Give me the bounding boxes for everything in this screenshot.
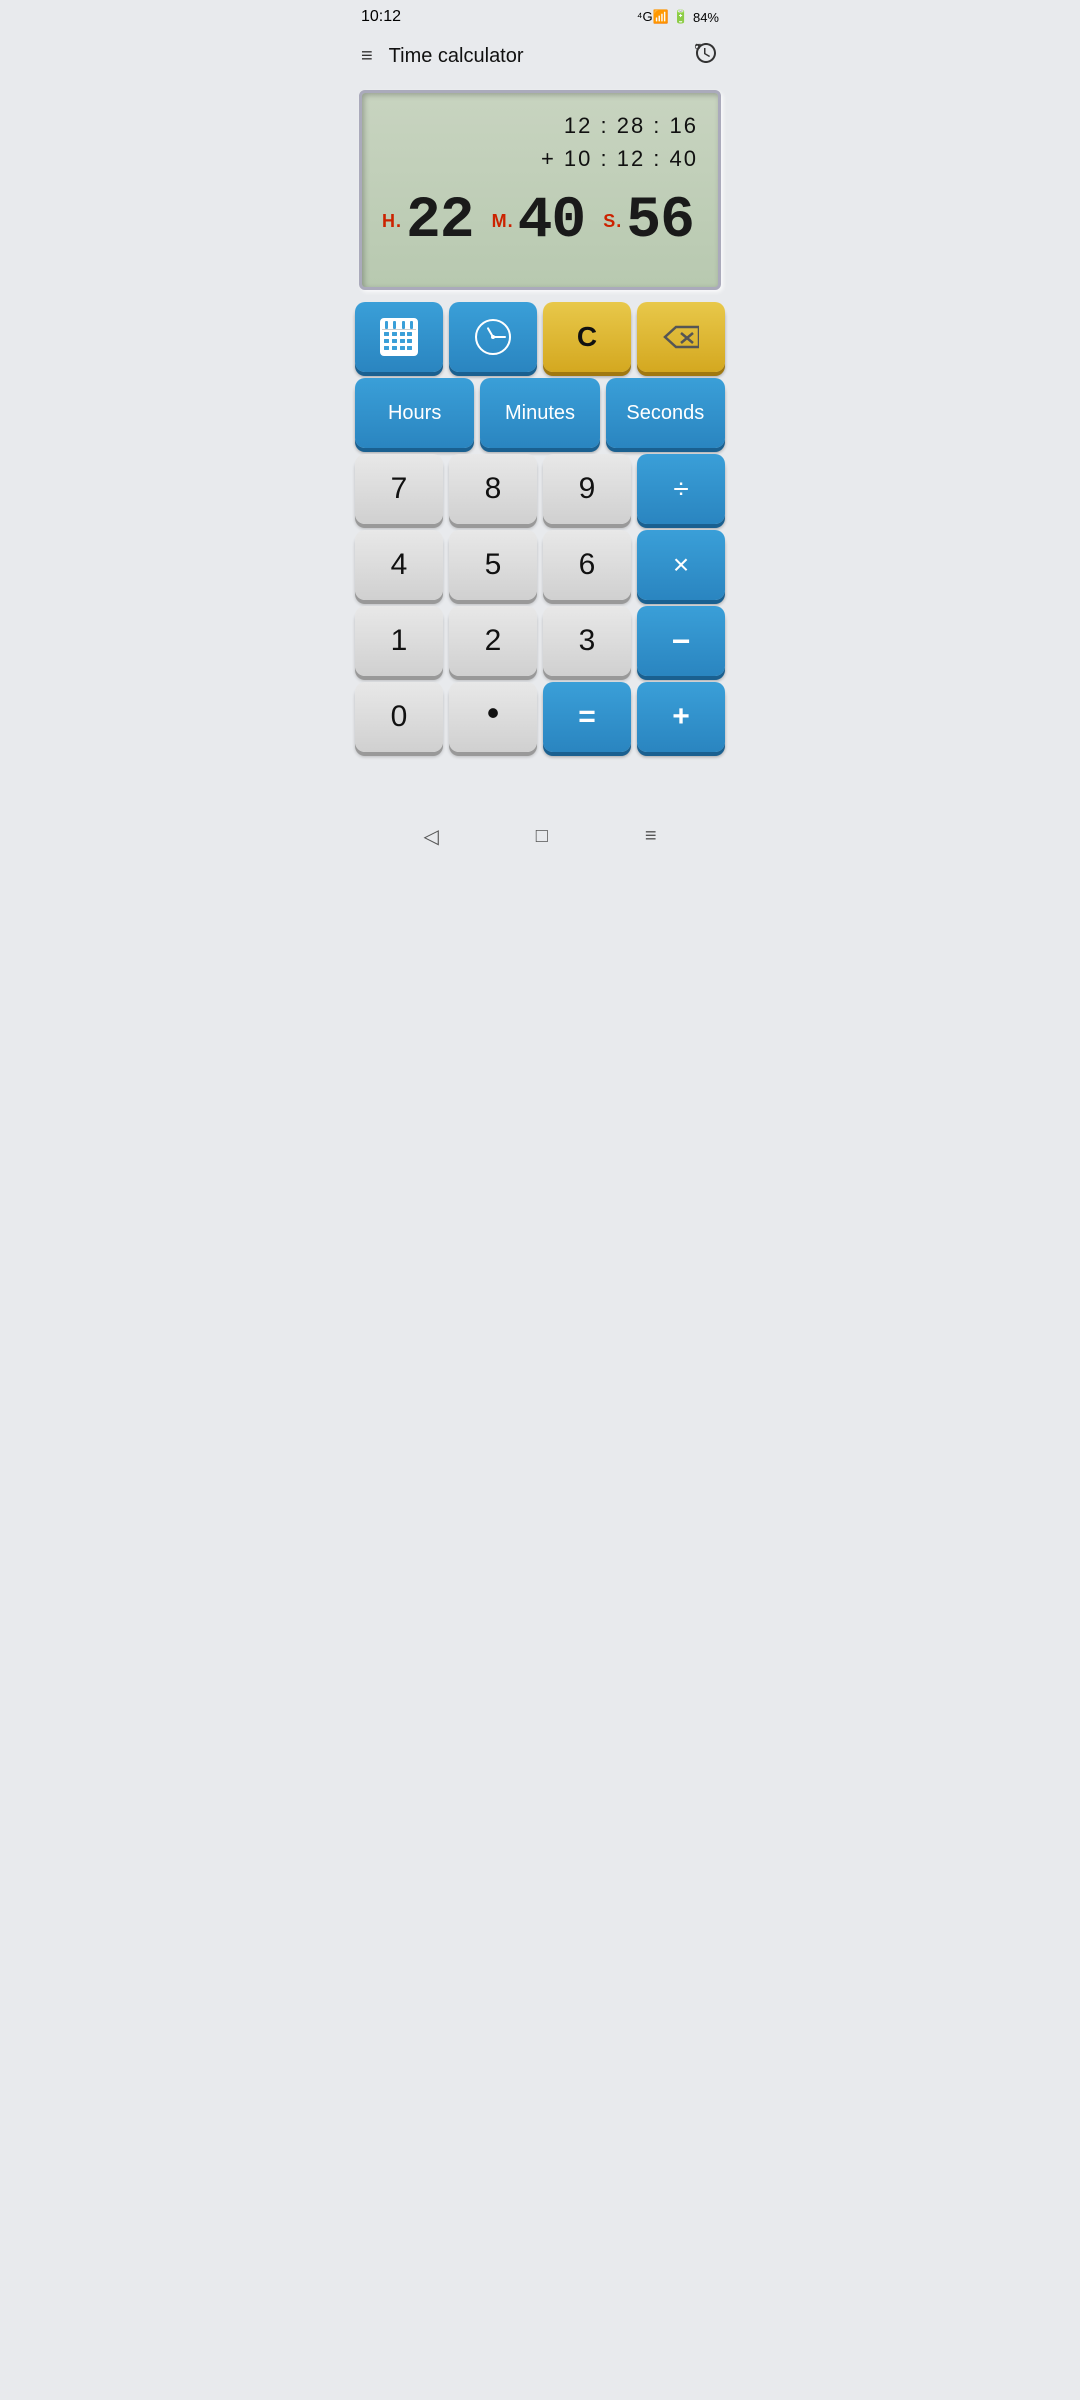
key-dot[interactable]: • xyxy=(449,682,537,752)
status-right: ⁴G📶 🔋 84% xyxy=(637,9,719,25)
key-0[interactable]: 0 xyxy=(355,682,443,752)
minutes-label: Minutes xyxy=(505,402,575,425)
battery-percent: 84% xyxy=(693,10,719,25)
display-lines: 12 : 28 : 16 + 10 : 12 : 40 xyxy=(382,109,698,175)
history-icon[interactable]: ↺ xyxy=(693,40,719,72)
key-9[interactable]: 9 xyxy=(543,454,631,524)
seconds-label: Seconds xyxy=(626,402,704,425)
seconds-value: 56 xyxy=(626,189,694,254)
seconds-button[interactable]: Seconds xyxy=(606,378,725,448)
battery-icon: 🔋 xyxy=(673,9,689,25)
minutes-label: M. xyxy=(492,211,514,232)
display-line2: + 10 : 12 : 40 xyxy=(382,142,698,175)
backspace-icon xyxy=(663,323,699,351)
multiply-label: × xyxy=(673,549,689,581)
key-3[interactable]: 3 xyxy=(543,606,631,676)
key-7[interactable]: 7 xyxy=(355,454,443,524)
hours-value: 22 xyxy=(406,189,474,254)
seconds-label: S. xyxy=(603,211,622,232)
status-bar: 10:12 ⁴G📶 🔋 84% xyxy=(345,0,735,30)
key-8[interactable]: 8 xyxy=(449,454,537,524)
equals-button[interactable]: = xyxy=(543,682,631,752)
bottom-nav: ◁ □ ≡ xyxy=(345,806,735,867)
add-label: + xyxy=(672,700,690,734)
calculator-display: 12 : 28 : 16 + 10 : 12 : 40 H. 22 M. 40 … xyxy=(359,90,721,290)
app-title: Time calculator xyxy=(389,45,693,68)
back-button[interactable]: ◁ xyxy=(407,818,454,855)
subtract-label: − xyxy=(672,623,691,660)
divide-label: ÷ xyxy=(673,473,688,505)
calendar-button[interactable] xyxy=(355,302,443,372)
status-time: 10:12 xyxy=(361,8,401,26)
key-row-1: C xyxy=(355,302,725,372)
key-row-2: Hours Minutes Seconds xyxy=(355,378,725,448)
keypad: C Hours Minutes Seconds 7 8 9 xyxy=(345,302,735,762)
subtract-button[interactable]: − xyxy=(637,606,725,676)
key-5[interactable]: 5 xyxy=(449,530,537,600)
clock-button[interactable] xyxy=(449,302,537,372)
signal-icon: ⁴G📶 xyxy=(637,9,669,25)
multiply-button[interactable]: × xyxy=(637,530,725,600)
hours-label: Hours xyxy=(388,402,441,425)
key-row-6: 0 • = + xyxy=(355,682,725,752)
add-button[interactable]: + xyxy=(637,682,725,752)
header: ≡ Time calculator ↺ xyxy=(345,30,735,82)
key-row-3: 7 8 9 ÷ xyxy=(355,454,725,524)
recents-button[interactable]: ≡ xyxy=(629,819,673,854)
key-1[interactable]: 1 xyxy=(355,606,443,676)
hours-button[interactable]: Hours xyxy=(355,378,474,448)
backspace-button[interactable] xyxy=(637,302,725,372)
result-row: H. 22 M. 40 S. 56 xyxy=(382,189,698,254)
calendar-icon xyxy=(380,318,418,356)
clock-icon xyxy=(475,319,511,355)
menu-icon[interactable]: ≡ xyxy=(361,46,373,66)
key-row-5: 1 2 3 − xyxy=(355,606,725,676)
clear-label: C xyxy=(577,321,597,353)
key-2[interactable]: 2 xyxy=(449,606,537,676)
divide-button[interactable]: ÷ xyxy=(637,454,725,524)
svg-text:↺: ↺ xyxy=(694,42,702,52)
clear-button[interactable]: C xyxy=(543,302,631,372)
key-6[interactable]: 6 xyxy=(543,530,631,600)
home-button[interactable]: □ xyxy=(520,819,564,854)
equals-label: = xyxy=(578,700,596,734)
minutes-value: 40 xyxy=(518,189,586,254)
key-4[interactable]: 4 xyxy=(355,530,443,600)
minutes-button[interactable]: Minutes xyxy=(480,378,599,448)
display-line1: 12 : 28 : 16 xyxy=(382,109,698,142)
hours-label: H. xyxy=(382,211,402,232)
key-row-4: 4 5 6 × xyxy=(355,530,725,600)
